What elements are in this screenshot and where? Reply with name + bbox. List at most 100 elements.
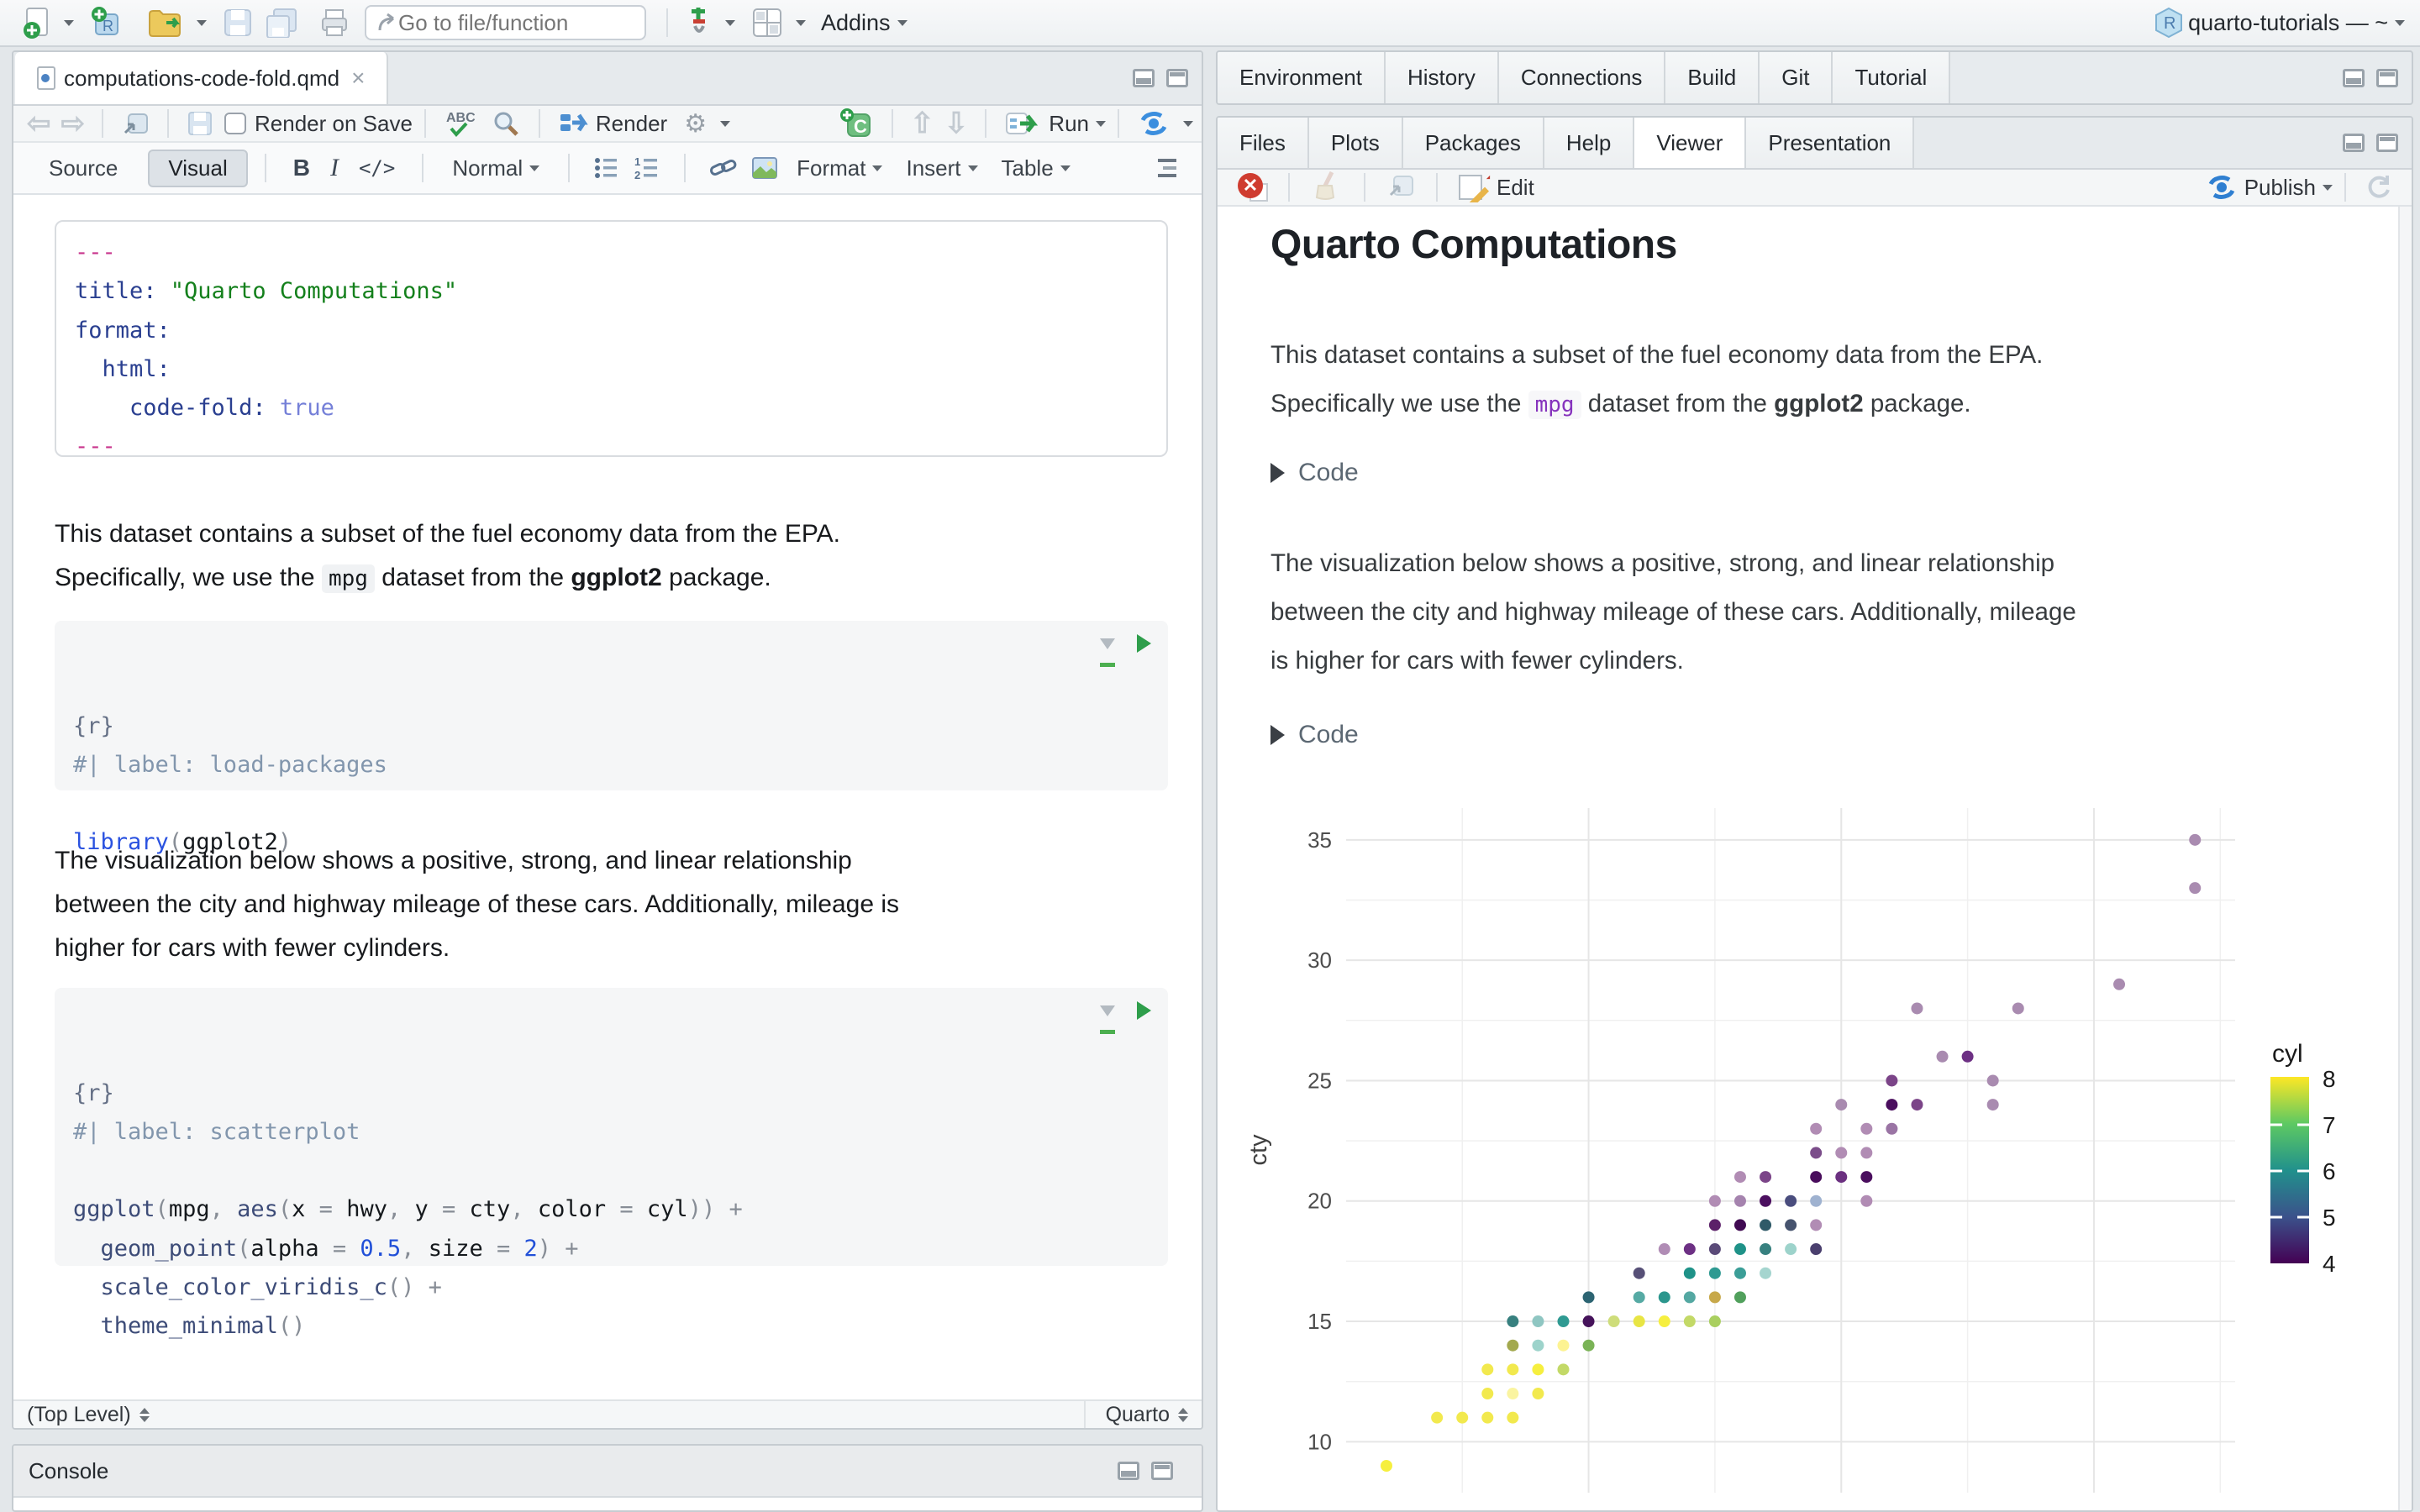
tab-packages[interactable]: Packages bbox=[1402, 118, 1544, 168]
viewer-paragraph-2: The visualization below shows a positive… bbox=[1270, 539, 2076, 685]
save-doc-icon[interactable] bbox=[187, 111, 213, 136]
find-replace-icon[interactable] bbox=[492, 109, 520, 138]
format-dropdown[interactable]: Format bbox=[797, 155, 883, 181]
link-icon[interactable] bbox=[709, 155, 738, 181]
tab-environment[interactable]: Environment bbox=[1218, 52, 1386, 103]
minimize-pane-icon[interactable] bbox=[2343, 134, 2365, 152]
tab-plots[interactable]: Plots bbox=[1308, 118, 1403, 168]
image-icon[interactable] bbox=[751, 156, 778, 180]
rerun-caret[interactable] bbox=[1183, 120, 1193, 127]
editor-paragraph-1[interactable]: This dataset contains a subset of the fu… bbox=[55, 512, 840, 601]
publish-button[interactable]: Publish bbox=[2244, 175, 2316, 201]
tab-tutorial[interactable]: Tutorial bbox=[1833, 52, 1951, 103]
close-tab-icon[interactable]: × bbox=[351, 65, 365, 92]
tab-viewer[interactable]: Viewer bbox=[1634, 118, 1747, 168]
clear-viewer-icon[interactable] bbox=[1312, 171, 1342, 205]
addins-button[interactable]: Addins bbox=[821, 10, 891, 36]
version-control-icon[interactable] bbox=[687, 6, 712, 39]
code-format-button[interactable]: </> bbox=[359, 156, 395, 180]
print-icon[interactable] bbox=[319, 8, 350, 37]
save-icon[interactable] bbox=[224, 8, 252, 37]
new-project-icon[interactable]: R bbox=[89, 6, 123, 39]
code-chunk-scatterplot[interactable]: {r} #| label: scatterplot ggplot(mpg, aes… bbox=[55, 988, 1168, 1339]
goto-file-search[interactable] bbox=[365, 5, 646, 40]
go-next-chunk-icon[interactable]: ⇩ bbox=[944, 107, 969, 140]
run-chunk-icon[interactable] bbox=[1137, 634, 1151, 653]
run-chunk-icon[interactable] bbox=[1137, 1001, 1151, 1020]
minimize-pane-icon[interactable] bbox=[1133, 69, 1155, 87]
maximize-pane-icon[interactable] bbox=[2376, 134, 2398, 152]
tab-connections[interactable]: Connections bbox=[1498, 52, 1666, 103]
pane-layout-icon[interactable] bbox=[752, 8, 782, 38]
forward-icon[interactable]: ⇨ bbox=[61, 107, 86, 140]
source-editor-pane: computations-code-fold.qmd × ⇦ ⇨ Render … bbox=[12, 50, 1203, 1430]
bold-button[interactable]: B bbox=[293, 155, 310, 181]
yaml-metadata-block[interactable]: --- title: "Quarto Computations" format: h… bbox=[55, 220, 1168, 459]
editor-document[interactable]: --- title: "Quarto Computations" format: h… bbox=[13, 197, 1202, 1403]
pane-layout-caret[interactable] bbox=[796, 19, 806, 26]
spellcheck-icon[interactable]: ABC bbox=[445, 108, 478, 139]
run-icon[interactable] bbox=[1005, 110, 1042, 137]
console-header[interactable]: Console bbox=[13, 1446, 1202, 1498]
table-dropdown[interactable]: Table bbox=[1002, 155, 1071, 181]
run-chunks-above-icon[interactable] bbox=[1100, 638, 1115, 667]
italic-button[interactable]: I bbox=[330, 154, 339, 182]
tab-presentation[interactable]: Presentation bbox=[1746, 118, 1915, 168]
render-button[interactable]: Render bbox=[596, 111, 667, 137]
version-control-caret[interactable] bbox=[725, 19, 735, 26]
paragraph-style-dropdown[interactable]: Normal bbox=[452, 155, 540, 181]
publish-caret[interactable] bbox=[2323, 184, 2333, 191]
new-file-icon[interactable] bbox=[22, 7, 50, 39]
open-in-browser-icon[interactable] bbox=[1387, 173, 1414, 202]
bullet-list-icon[interactable] bbox=[593, 156, 620, 180]
token: This dataset contains a subset of the fu… bbox=[55, 520, 840, 548]
code-chunk-load-packages[interactable]: {r} #| label: load-packages library(ggplo… bbox=[55, 621, 1168, 855]
outline-location-button[interactable]: (Top Level) bbox=[27, 1403, 131, 1427]
insert-dropdown[interactable]: Insert bbox=[906, 155, 978, 181]
code-fold-button-2[interactable]: Code bbox=[1270, 721, 1359, 749]
text-line bbox=[73, 785, 1150, 823]
maximize-pane-icon[interactable] bbox=[1166, 69, 1188, 87]
gear-icon[interactable]: ⚙ bbox=[684, 109, 707, 139]
render-on-save-checkbox[interactable] bbox=[224, 113, 246, 134]
outline-toggle-icon[interactable] bbox=[1153, 157, 1178, 179]
token: theme_minimal bbox=[100, 1313, 278, 1340]
text-line: code-fold: true bbox=[75, 389, 1148, 428]
minimize-pane-icon[interactable] bbox=[2343, 68, 2365, 87]
refresh-icon[interactable] bbox=[2365, 173, 2393, 202]
maximize-console-icon[interactable] bbox=[1151, 1462, 1173, 1480]
tab-build[interactable]: Build bbox=[1665, 52, 1760, 103]
new-file-caret[interactable] bbox=[64, 19, 74, 26]
rerun-icon[interactable] bbox=[1138, 109, 1170, 138]
doc-type-button[interactable]: Quarto bbox=[1106, 1403, 1170, 1427]
run-caret[interactable] bbox=[1096, 120, 1106, 127]
tab-history[interactable]: History bbox=[1385, 52, 1499, 103]
tab-git[interactable]: Git bbox=[1760, 52, 1833, 103]
render-options-caret[interactable] bbox=[720, 120, 731, 127]
insert-chunk-icon[interactable]: C bbox=[839, 108, 873, 139]
run-button[interactable]: Run bbox=[1049, 111, 1089, 137]
project-menu[interactable]: R quarto-tutorials — ~ bbox=[2154, 7, 2405, 39]
render-icon[interactable] bbox=[559, 111, 589, 136]
save-all-icon[interactable] bbox=[266, 8, 299, 38]
run-chunks-above-icon[interactable] bbox=[1100, 1005, 1115, 1034]
visual-mode-button[interactable]: Visual bbox=[148, 149, 248, 187]
minimize-console-icon[interactable] bbox=[1118, 1462, 1139, 1480]
discard-viewer-icon[interactable]: ✕ bbox=[1238, 173, 1268, 202]
addins-caret[interactable] bbox=[897, 19, 908, 26]
open-file-icon[interactable] bbox=[148, 8, 183, 38]
open-file-caret[interactable] bbox=[197, 19, 207, 26]
code-fold-button-1[interactable]: Code bbox=[1270, 459, 1359, 487]
tab-computations-code-fold[interactable]: computations-code-fold.qmd × bbox=[15, 52, 389, 104]
tab-files[interactable]: Files bbox=[1218, 118, 1309, 168]
editor-paragraph-2[interactable]: The visualization below shows a positive… bbox=[55, 839, 899, 970]
back-icon[interactable]: ⇦ bbox=[27, 107, 51, 140]
goto-file-input[interactable] bbox=[398, 9, 617, 36]
tab-help[interactable]: Help bbox=[1544, 118, 1635, 168]
source-mode-button[interactable]: Source bbox=[30, 151, 136, 186]
edit-button[interactable]: Edit bbox=[1458, 172, 1534, 202]
numbered-list-icon[interactable]: 12 bbox=[634, 156, 660, 180]
popout-editor-icon[interactable] bbox=[122, 111, 149, 136]
go-prev-chunk-icon[interactable]: ⇧ bbox=[910, 107, 934, 140]
maximize-pane-icon[interactable] bbox=[2376, 68, 2398, 87]
